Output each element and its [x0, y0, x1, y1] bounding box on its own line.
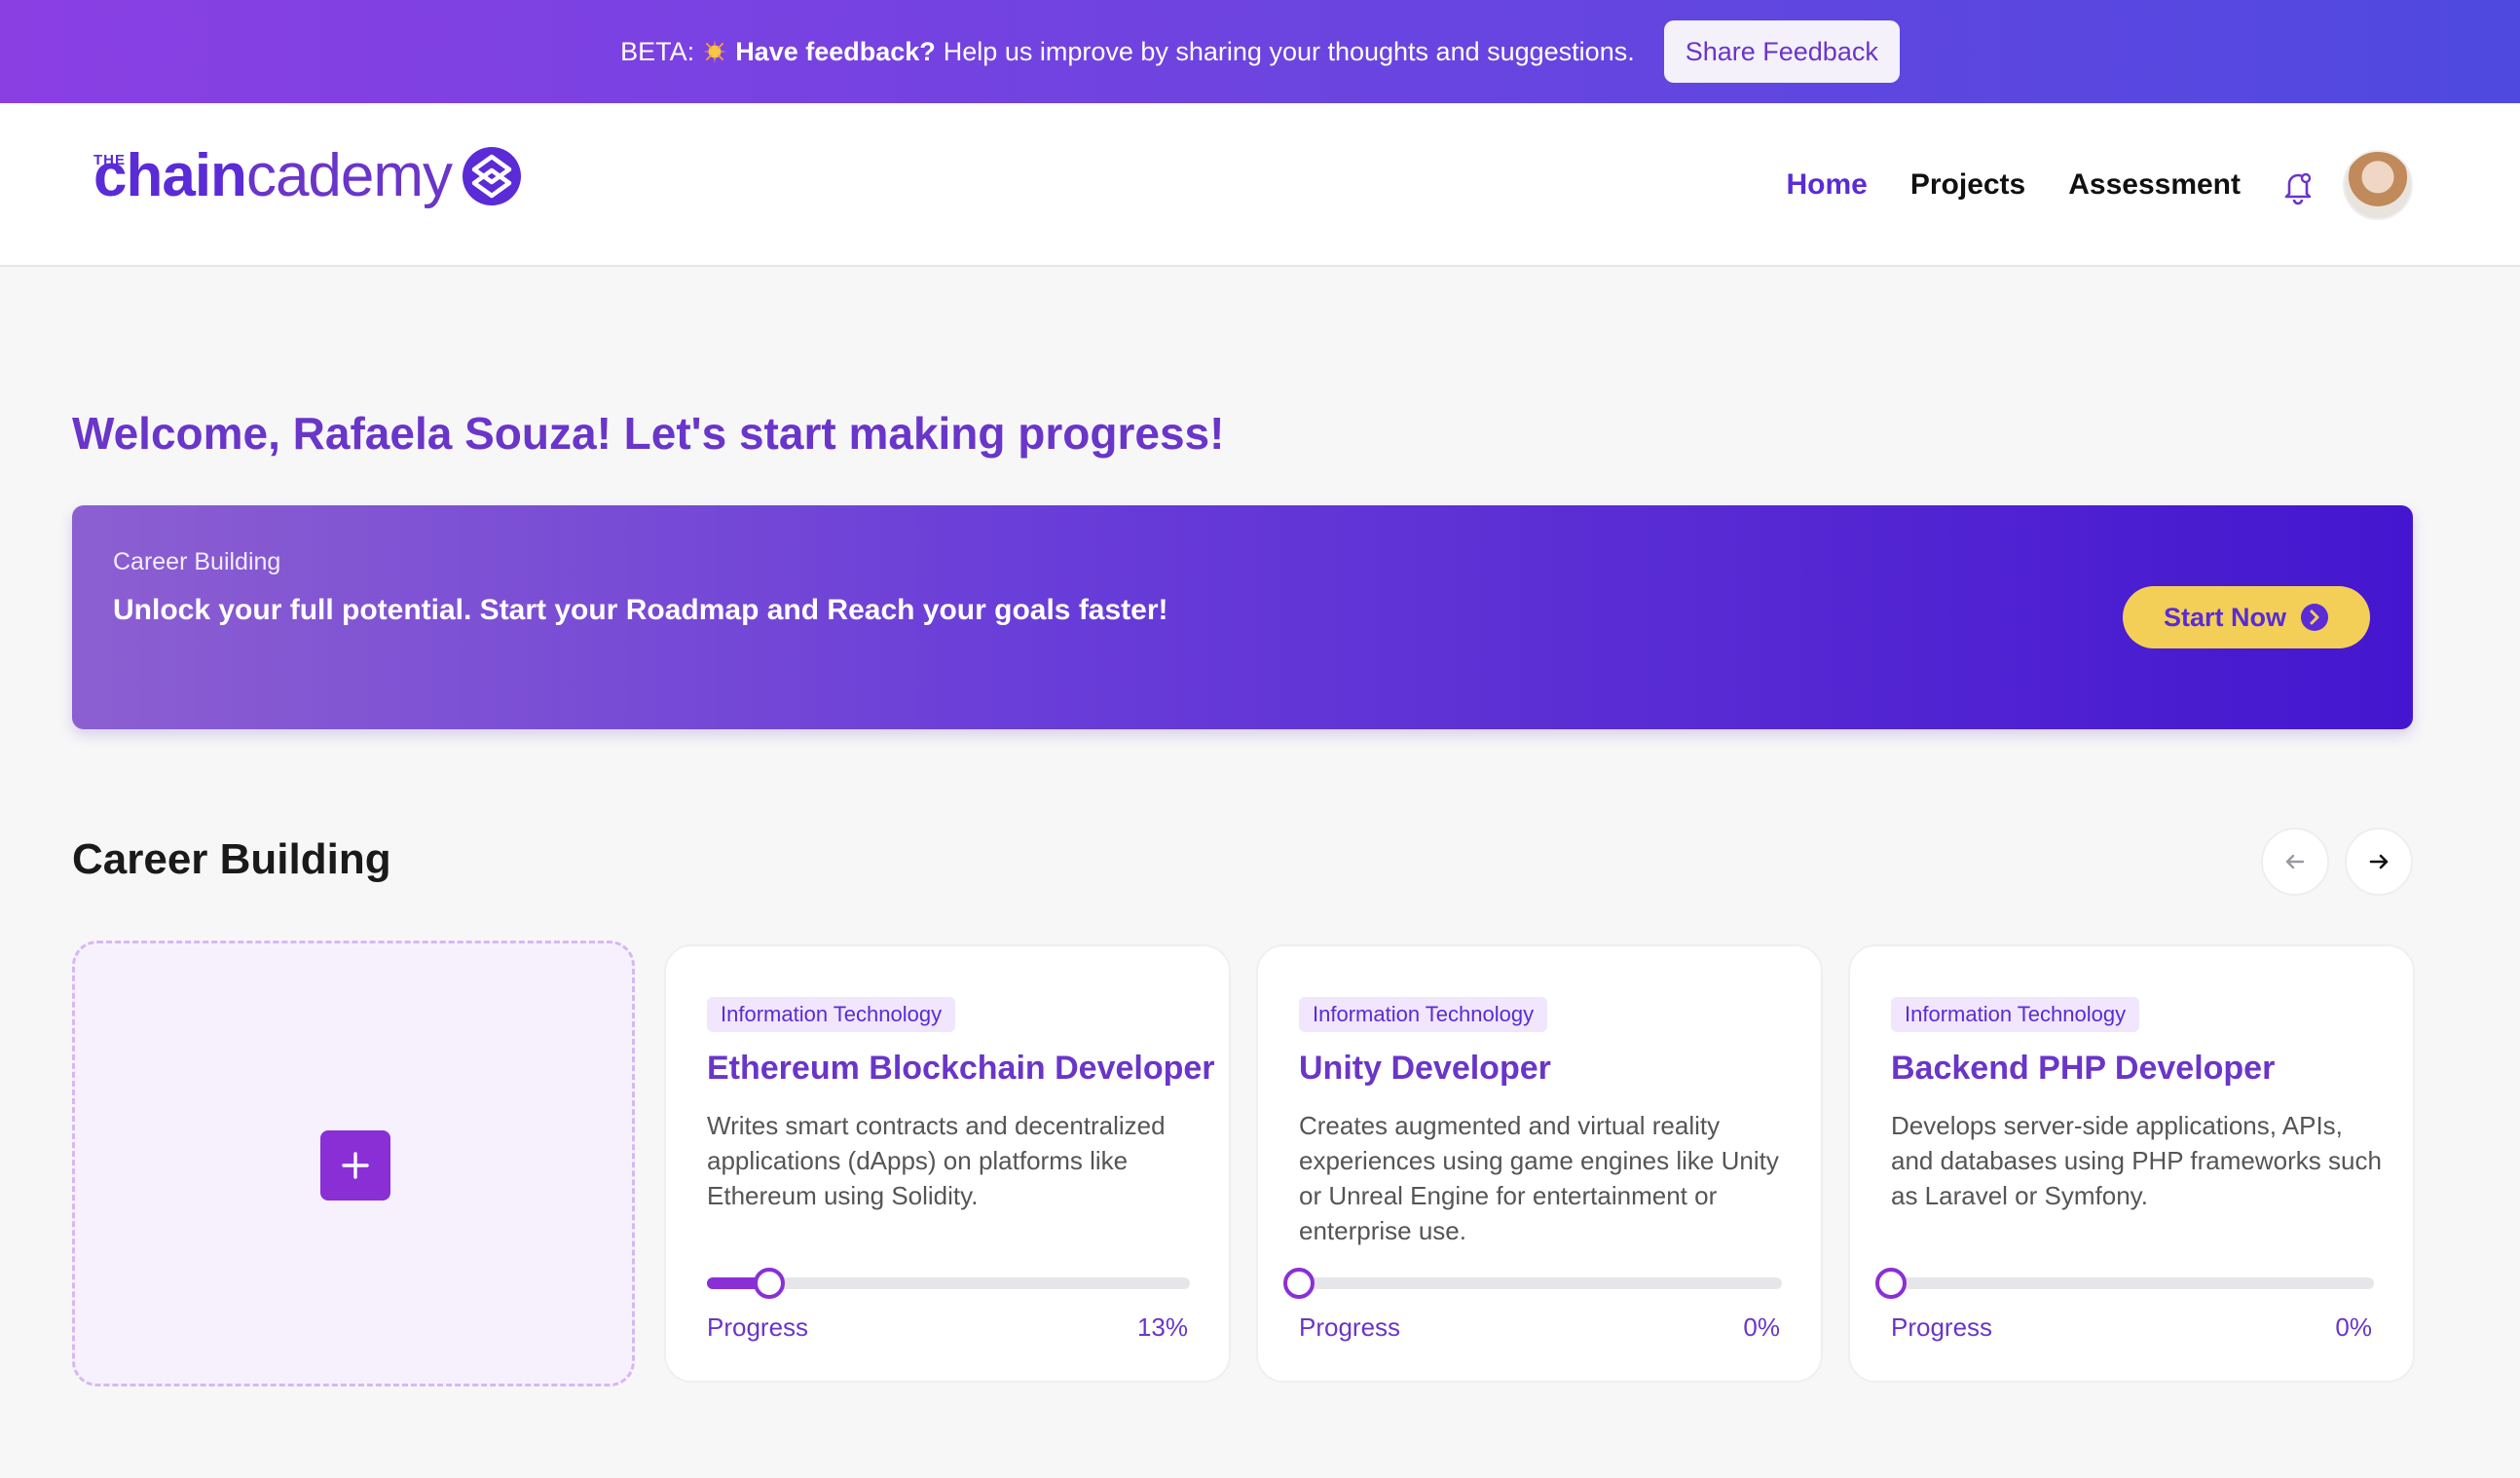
career-title: Ethereum Blockchain Developer [707, 1050, 1215, 1087]
main-nav: Home Projects Assessment [1786, 103, 2241, 267]
category-tag: Information Technology [1299, 997, 1548, 1032]
category-tag: Information Technology [1891, 997, 2140, 1032]
career-description: Develops server-side applications, APIs,… [1891, 1111, 2382, 1210]
progress-label: Progress [707, 1312, 809, 1342]
add-career-button[interactable] [320, 1130, 390, 1201]
add-career-card[interactable] [72, 941, 635, 1386]
career-description: Writes smart contracts and decentralized… [707, 1111, 1166, 1210]
arrow-left-icon [2285, 854, 2305, 869]
career-building-hero: Career Building Unlock your full potenti… [72, 505, 2413, 729]
start-now-label: Start Now [2163, 602, 2286, 632]
beta-feedback-banner: BETA: Have feedback? Help us improve by … [0, 0, 2520, 103]
progress-value: 13% [1136, 1312, 1188, 1342]
progress-bar [1875, 1268, 2374, 1299]
top-navigation: THE chain cademy Home Projects Assessmen… [0, 103, 2520, 267]
chaincademy-logo[interactable]: THE chain cademy [93, 146, 522, 206]
beta-strong-text: Have feedback? [735, 36, 936, 66]
progress-value: 0% [2335, 1312, 2372, 1342]
arrow-right-icon [2369, 854, 2389, 869]
share-feedback-button[interactable]: Share Feedback [1663, 20, 1900, 83]
progress-handle [1283, 1268, 1315, 1299]
nav-assessment[interactable]: Assessment [2068, 168, 2241, 202]
category-tag: Information Technology [707, 997, 956, 1032]
progress-bar [1283, 1268, 1782, 1299]
carousel-next-button[interactable] [2345, 828, 2413, 896]
logo-mark-icon [463, 147, 522, 205]
star-sparkle-icon [703, 40, 727, 63]
career-card[interactable]: Information Technology Unity Developer C… [1256, 944, 1823, 1383]
progress-label: Progress [1299, 1312, 1401, 1342]
user-avatar[interactable] [2343, 150, 2413, 220]
career-title: Unity Developer [1299, 1050, 1551, 1087]
progress-handle [754, 1268, 786, 1299]
nav-home[interactable]: Home [1786, 168, 1867, 202]
career-card[interactable]: Information Technology Ethereum Blockcha… [664, 944, 1231, 1383]
progress-bar [707, 1268, 1190, 1299]
career-title: Backend PHP Developer [1891, 1050, 2276, 1087]
beta-prefix: BETA: [620, 36, 695, 66]
hero-title: Unlock your full potential. Start your R… [113, 594, 1168, 626]
career-card[interactable]: Information Technology Backend PHP Devel… [1848, 944, 2415, 1383]
beta-rest-text: Help us improve by sharing your thoughts… [943, 36, 1635, 66]
welcome-heading: Welcome, Rafaela Souza! Let's start maki… [72, 408, 1225, 459]
progress-handle [1875, 1268, 1907, 1299]
start-now-button[interactable]: Start Now [2123, 586, 2370, 648]
progress-value: 0% [1743, 1312, 1780, 1342]
progress-label: Progress [1891, 1312, 1993, 1342]
career-description: Creates augmented and virtual reality ex… [1299, 1111, 1779, 1245]
beta-message: BETA: Have feedback? Help us improve by … [620, 37, 1635, 67]
section-title: Career Building [72, 835, 391, 883]
logo-the: THE [93, 152, 126, 168]
hero-kicker: Career Building [113, 548, 281, 575]
logo-cademy: cademy [245, 142, 453, 209]
plus-icon [342, 1152, 369, 1179]
nav-projects[interactable]: Projects [1910, 168, 2025, 202]
chevron-right-circle-icon [2301, 604, 2328, 631]
bell-icon[interactable] [2279, 167, 2317, 206]
carousel-prev-button[interactable] [2261, 828, 2329, 896]
